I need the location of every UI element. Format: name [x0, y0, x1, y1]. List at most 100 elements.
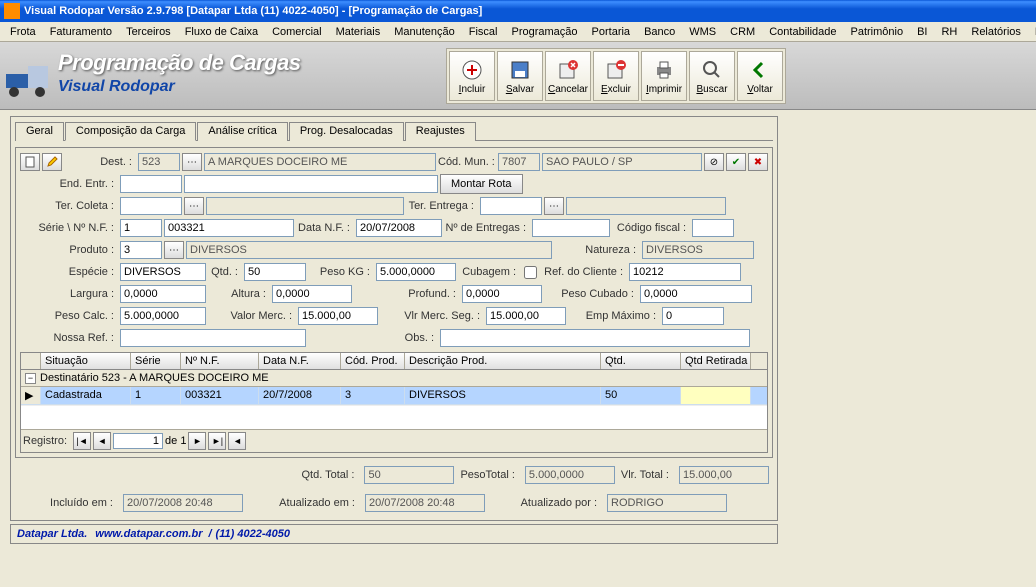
- tercoleta-label: Ter. Coleta :: [20, 200, 118, 212]
- buscar-button[interactable]: Buscar: [689, 51, 735, 101]
- menu-fluxo-caixa[interactable]: Fluxo de Caixa: [179, 24, 264, 40]
- voltar-button[interactable]: Voltar: [737, 51, 783, 101]
- menu-faturamento[interactable]: Faturamento: [44, 24, 118, 40]
- obs-field[interactable]: [440, 329, 750, 347]
- montar-rota-button[interactable]: Montar Rota: [440, 174, 523, 194]
- endentr-label: End. Entr. :: [20, 178, 118, 190]
- menu-crm[interactable]: CRM: [724, 24, 761, 40]
- empmaximo-field[interactable]: [662, 307, 724, 325]
- menu-contabilidade[interactable]: Contabilidade: [763, 24, 842, 40]
- endentr-code-field[interactable]: [120, 175, 182, 193]
- col-ret[interactable]: Qtd Retirada: [681, 353, 751, 369]
- table-row[interactable]: ▶ Cadastrada 1 003321 20/7/2008 3 DIVERS…: [21, 387, 767, 405]
- menu-terceiros[interactable]: Terceiros: [120, 24, 177, 40]
- menu-portaria[interactable]: Portaria: [586, 24, 637, 40]
- terentrega-lookup-button[interactable]: ⋯: [544, 197, 564, 215]
- vlrtotal-field: [679, 466, 769, 484]
- valormerc-field[interactable]: [298, 307, 378, 325]
- collapse-icon[interactable]: −: [25, 373, 36, 384]
- dest-code-field[interactable]: [138, 153, 180, 171]
- col-nf[interactable]: Nº N.F.: [181, 353, 259, 369]
- cancelar-button[interactable]: Cancelar: [545, 51, 591, 101]
- menu-materiais[interactable]: Materiais: [330, 24, 387, 40]
- menu-relatorios[interactable]: Relatórios: [965, 24, 1027, 40]
- salvar-button[interactable]: Salvar: [497, 51, 543, 101]
- truck-icon: [4, 60, 52, 100]
- menu-bi[interactable]: BI: [911, 24, 933, 40]
- tab-desalocadas[interactable]: Prog. Desalocadas: [289, 122, 404, 141]
- nav-new-button[interactable]: ◄: [228, 432, 246, 450]
- tab-reajustes[interactable]: Reajustes: [405, 122, 476, 141]
- incluir-button[interactable]: Incluir: [449, 51, 495, 101]
- col-serie[interactable]: Série: [131, 353, 181, 369]
- pesocubado-field[interactable]: [640, 285, 752, 303]
- col-situacao[interactable]: Situação: [41, 353, 131, 369]
- vlrmercseg-field[interactable]: [486, 307, 566, 325]
- new-item-button[interactable]: [20, 153, 40, 171]
- produto-lookup-button[interactable]: ⋯: [164, 241, 184, 259]
- delete-dest-button[interactable]: ✖: [748, 153, 768, 171]
- grid-group-row[interactable]: − Destinatário 523 - A MARQUES DOCEIRO M…: [21, 370, 767, 387]
- incluido-field: [123, 494, 243, 512]
- largura-label: Largura :: [20, 288, 118, 300]
- status-url[interactable]: www.datapar.com.br: [95, 528, 202, 540]
- atualizado-field: [365, 494, 485, 512]
- menu-banco[interactable]: Banco: [638, 24, 681, 40]
- refcliente-label: Ref. do Cliente :: [541, 266, 627, 278]
- profund-field[interactable]: [462, 285, 542, 303]
- clear-dest-button[interactable]: ⊘: [704, 153, 724, 171]
- menu-patrimonio[interactable]: Patrimônio: [845, 24, 910, 40]
- pesocalc-field[interactable]: [120, 307, 206, 325]
- menu-programacao[interactable]: Programação: [505, 24, 583, 40]
- especie-field[interactable]: [120, 263, 206, 281]
- qtd-field[interactable]: [244, 263, 306, 281]
- tab-geral[interactable]: Geral: [15, 122, 64, 141]
- menu-wms[interactable]: WMS: [683, 24, 722, 40]
- nav-last-button[interactable]: ►|: [208, 432, 226, 450]
- imprimir-button[interactable]: Imprimir: [641, 51, 687, 101]
- menu-rh[interactable]: RH: [935, 24, 963, 40]
- nossaref-field[interactable]: [120, 329, 306, 347]
- altura-field[interactable]: [272, 285, 352, 303]
- endentr-field[interactable]: [184, 175, 438, 193]
- menu-manutencao[interactable]: Manutenção: [388, 24, 461, 40]
- nav-position-field[interactable]: [113, 433, 163, 449]
- produto-code-field[interactable]: [120, 241, 162, 259]
- col-data[interactable]: Data N.F.: [259, 353, 341, 369]
- dest-lookup-button[interactable]: ⋯: [182, 153, 202, 171]
- excluir-button[interactable]: Excluir: [593, 51, 639, 101]
- largura-field[interactable]: [120, 285, 206, 303]
- col-cod[interactable]: Cód. Prod.: [341, 353, 405, 369]
- vlrtotal-label: Vlr. Total :: [621, 469, 673, 481]
- col-desc[interactable]: Descrição Prod.: [405, 353, 601, 369]
- nentregas-field[interactable]: [532, 219, 610, 237]
- col-qtd[interactable]: Qtd.: [601, 353, 681, 369]
- confirm-dest-button[interactable]: ✔: [726, 153, 746, 171]
- search-icon: [700, 58, 724, 82]
- tab-composicao[interactable]: Composição da Carga: [65, 122, 196, 141]
- nf-field[interactable]: [164, 219, 294, 237]
- terentrega-field[interactable]: [480, 197, 542, 215]
- codfiscal-field[interactable]: [692, 219, 734, 237]
- nav-next-button[interactable]: ►: [188, 432, 206, 450]
- menu-frota[interactable]: Frota: [4, 24, 42, 40]
- serie-field[interactable]: [120, 219, 162, 237]
- datanf-field[interactable]: [356, 219, 442, 237]
- tercoleta-lookup-button[interactable]: ⋯: [184, 197, 204, 215]
- cubagem-checkbox[interactable]: [524, 266, 537, 279]
- cell-ret[interactable]: [681, 387, 751, 404]
- refcliente-field[interactable]: [629, 263, 741, 281]
- nav-first-button[interactable]: |◄: [73, 432, 91, 450]
- cell-desc: DIVERSOS: [405, 387, 601, 404]
- edit-item-button[interactable]: [42, 153, 62, 171]
- tercoleta-name-field: [206, 197, 404, 215]
- tab-analise[interactable]: Análise crítica: [197, 122, 287, 141]
- menu-comercial[interactable]: Comercial: [266, 24, 328, 40]
- pesokg-field[interactable]: [376, 263, 456, 281]
- grid-header: Situação Série Nº N.F. Data N.F. Cód. Pr…: [21, 353, 767, 370]
- menu-parametros[interactable]: Parâmetros: [1029, 24, 1036, 40]
- nentregas-label: Nº de Entregas :: [444, 222, 530, 234]
- tercoleta-field[interactable]: [120, 197, 182, 215]
- menu-fiscal[interactable]: Fiscal: [463, 24, 504, 40]
- nav-prev-button[interactable]: ◄: [93, 432, 111, 450]
